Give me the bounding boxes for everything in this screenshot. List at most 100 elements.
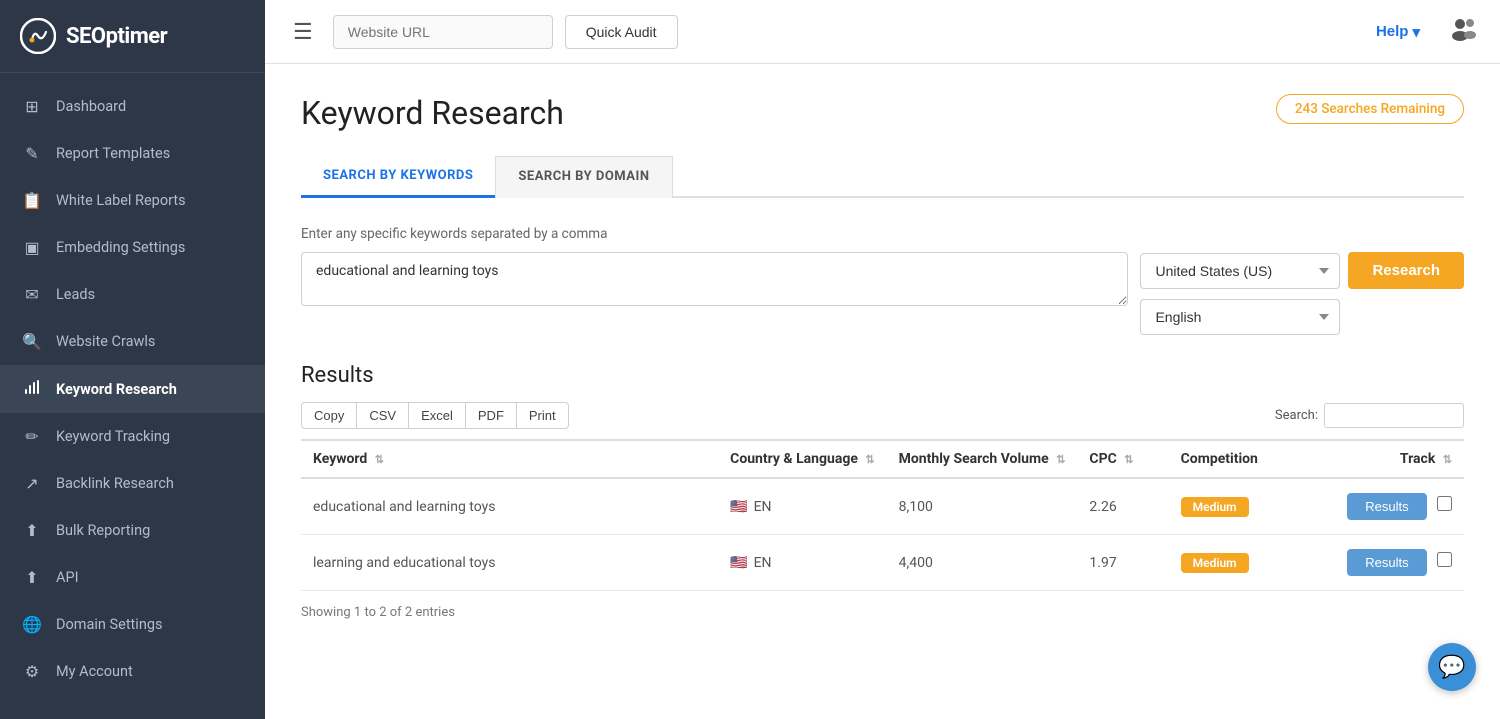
logo: SEOptimer <box>0 0 265 73</box>
competition-cell: Medium <box>1169 535 1306 591</box>
keyword-cell: learning and educational toys <box>301 535 718 591</box>
hamburger-button[interactable]: ☰ <box>285 15 321 49</box>
showing-entries-text: Showing 1 to 2 of 2 entries <box>301 605 1464 620</box>
col-header-keyword: Keyword ⇅ <box>301 440 718 478</box>
sidebar-item-keyword-research[interactable]: Keyword Research <box>0 365 265 413</box>
domain-icon: 🌐 <box>22 615 42 634</box>
sidebar-item-label: Keyword Tracking <box>56 428 170 445</box>
competition-cell: Medium <box>1169 478 1306 535</box>
col-header-country-language: Country & Language ⇅ <box>718 440 886 478</box>
topbar: ☰ Quick Audit Help ▾ <box>265 0 1500 64</box>
col-header-competition: Competition <box>1169 440 1306 478</box>
chat-bubble-button[interactable]: 💬 <box>1428 643 1476 691</box>
sidebar-item-label: Dashboard <box>56 98 126 115</box>
track-checkbox-row2[interactable] <box>1437 552 1452 567</box>
table-row: educational and learning toys 🇺🇸 EN 8,10… <box>301 478 1464 535</box>
track-cell: Results <box>1305 535 1464 591</box>
results-section: Results Copy CSV Excel PDF Print Search:… <box>301 363 1464 620</box>
sort-cpc-icon[interactable]: ⇅ <box>1124 453 1133 466</box>
sidebar-item-website-crawls[interactable]: 🔍 Website Crawls <box>0 318 265 365</box>
crawls-icon: 🔍 <box>22 332 42 351</box>
sidebar-item-label: My Account <box>56 663 133 680</box>
users-icon[interactable] <box>1448 14 1480 49</box>
sidebar-item-label: API <box>56 569 79 586</box>
sidebar-item-label: Bulk Reporting <box>56 522 150 539</box>
table-search-input[interactable] <box>1324 403 1464 428</box>
bulk-reporting-icon: ⬆ <box>22 521 42 540</box>
language-select[interactable]: English Spanish French <box>1140 299 1340 335</box>
main-wrapper: ☰ Quick Audit Help ▾ Keyword Research 24… <box>265 0 1500 719</box>
sidebar-item-label: Keyword Research <box>56 381 177 398</box>
chevron-down-icon: ▾ <box>1412 23 1420 41</box>
form-controls: United States (US) United Kingdom (GB) A… <box>1140 252 1464 335</box>
sidebar-item-my-account[interactable]: ⚙ My Account <box>0 648 265 695</box>
sidebar-item-dashboard[interactable]: ⊞ Dashboard <box>0 83 265 130</box>
white-label-icon: 📋 <box>22 191 42 210</box>
sidebar-item-label: Embedding Settings <box>56 239 185 256</box>
sort-keyword-icon[interactable]: ⇅ <box>375 453 384 466</box>
url-input[interactable] <box>333 15 553 49</box>
results-title: Results <box>301 363 1464 388</box>
searches-remaining-badge: 243 Searches Remaining <box>1276 94 1464 124</box>
report-templates-icon: ✎ <box>22 144 42 163</box>
tracking-icon: ✏ <box>22 427 42 446</box>
sidebar-item-white-label-reports[interactable]: 📋 White Label Reports <box>0 177 265 224</box>
language-code: EN <box>754 499 772 515</box>
sidebar-item-leads[interactable]: ✉ Leads <box>0 271 265 318</box>
country-language-cell: 🇺🇸 EN <box>718 535 886 591</box>
logo-text: SEOptimer <box>66 24 167 49</box>
sidebar-item-backlink-research[interactable]: ↗ Backlink Research <box>0 460 265 507</box>
sidebar-item-domain-settings[interactable]: 🌐 Domain Settings <box>0 601 265 648</box>
cpc-cell: 1.97 <box>1077 535 1168 591</box>
track-cell: Results <box>1305 478 1464 535</box>
results-button-row2[interactable]: Results <box>1347 549 1426 576</box>
table-search-area: Search: <box>1275 403 1464 428</box>
excel-button[interactable]: Excel <box>408 402 465 429</box>
sort-volume-icon[interactable]: ⇅ <box>1056 453 1065 466</box>
pdf-button[interactable]: PDF <box>465 402 516 429</box>
print-button[interactable]: Print <box>516 402 569 429</box>
col-header-monthly-search-volume: Monthly Search Volume ⇅ <box>887 440 1078 478</box>
sidebar-item-report-templates[interactable]: ✎ Report Templates <box>0 130 265 177</box>
track-checkbox-row1[interactable] <box>1437 496 1452 511</box>
help-button[interactable]: Help ▾ <box>1376 23 1420 41</box>
competition-badge: Medium <box>1181 553 1249 573</box>
sort-track-icon[interactable]: ⇅ <box>1443 453 1452 466</box>
research-button[interactable]: Research <box>1348 252 1464 289</box>
sidebar-item-label: Leads <box>56 286 95 303</box>
tab-search-by-keywords[interactable]: SEARCH BY KEYWORDS <box>301 156 495 198</box>
results-button-row1[interactable]: Results <box>1347 493 1426 520</box>
sidebar-item-label: Domain Settings <box>56 616 162 633</box>
sidebar-item-keyword-tracking[interactable]: ✏ Keyword Tracking <box>0 413 265 460</box>
content-area: Keyword Research 243 Searches Remaining … <box>265 64 1500 719</box>
keyword-textarea[interactable] <box>301 252 1128 306</box>
quick-audit-button[interactable]: Quick Audit <box>565 15 678 49</box>
country-select[interactable]: United States (US) United Kingdom (GB) A… <box>1140 253 1340 289</box>
sort-country-icon[interactable]: ⇅ <box>865 453 874 466</box>
dashboard-icon: ⊞ <box>22 97 42 116</box>
keyword-research-icon <box>22 379 42 399</box>
tab-search-by-domain[interactable]: SEARCH BY DOMAIN <box>495 156 672 198</box>
sidebar-item-bulk-reporting[interactable]: ⬆ Bulk Reporting <box>0 507 265 554</box>
competition-badge: Medium <box>1181 497 1249 517</box>
page-title: Keyword Research <box>301 94 564 132</box>
table-row: learning and educational toys 🇺🇸 EN 4,40… <box>301 535 1464 591</box>
sidebar-item-api[interactable]: ⬆ API <box>0 554 265 601</box>
embedding-icon: ▣ <box>22 238 42 257</box>
sidebar-item-embedding-settings[interactable]: ▣ Embedding Settings <box>0 224 265 271</box>
results-table: Keyword ⇅ Country & Language ⇅ Monthly S… <box>301 439 1464 591</box>
sidebar-item-label: Backlink Research <box>56 475 174 492</box>
sidebar-item-label: Report Templates <box>56 145 170 162</box>
form-label: Enter any specific keywords separated by… <box>301 226 1464 242</box>
copy-button[interactable]: Copy <box>301 402 356 429</box>
col-header-track: Track ⇅ <box>1305 440 1464 478</box>
logo-icon <box>20 18 56 54</box>
sidebar: SEOptimer ⊞ Dashboard ✎ Report Templates… <box>0 0 265 719</box>
col-header-cpc: CPC ⇅ <box>1077 440 1168 478</box>
sidebar-item-label: Website Crawls <box>56 333 155 350</box>
search-tabs: SEARCH BY KEYWORDS SEARCH BY DOMAIN <box>301 156 1464 198</box>
csv-button[interactable]: CSV <box>356 402 408 429</box>
sidebar-item-label: White Label Reports <box>56 192 186 209</box>
account-icon: ⚙ <box>22 662 42 681</box>
search-form: United States (US) United Kingdom (GB) A… <box>301 252 1464 335</box>
